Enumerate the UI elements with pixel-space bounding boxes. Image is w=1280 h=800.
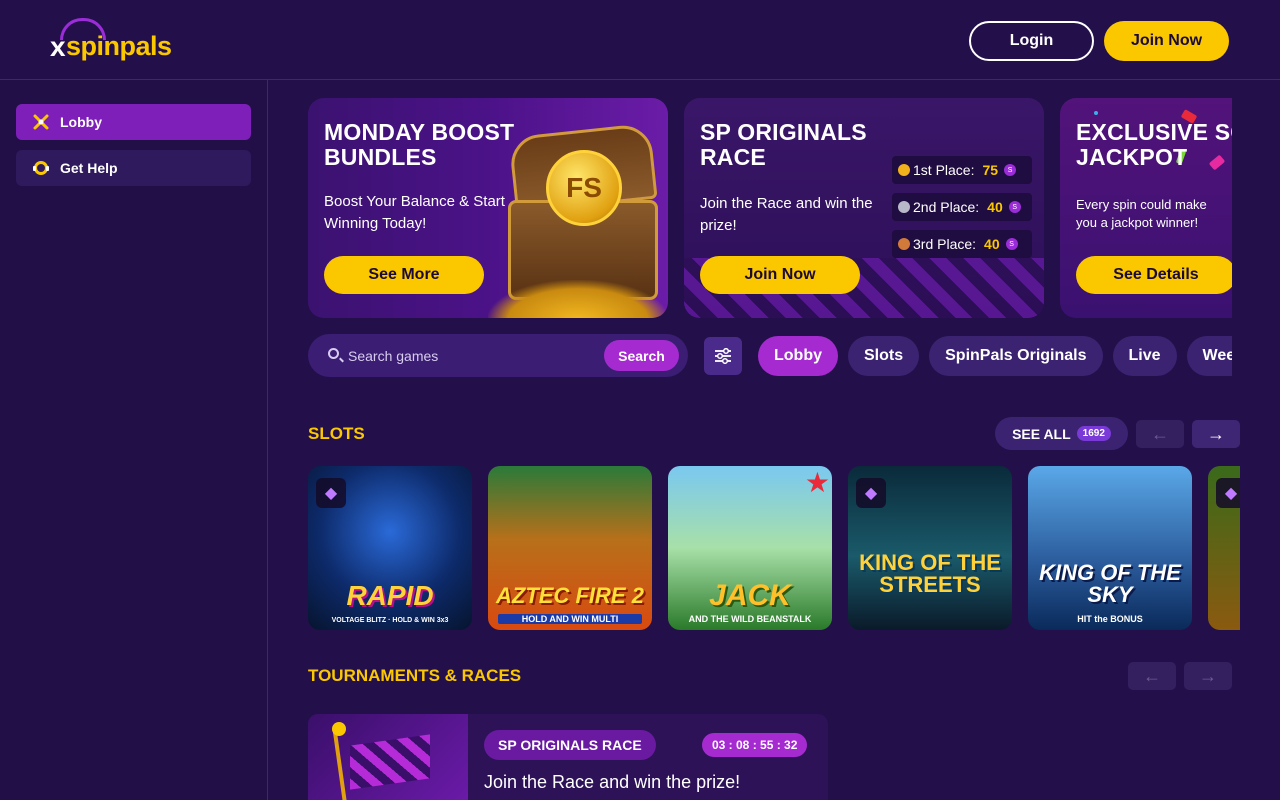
arrow-right-icon: → <box>1207 423 1225 444</box>
silver-medal-icon <box>898 201 910 213</box>
flag-pole <box>332 728 348 800</box>
lobby-icon <box>32 113 50 131</box>
game-tile-aztec-fire-2[interactable]: AZTEC FIRE 2 HOLD AND WIN MULTI <box>488 466 652 630</box>
game-title: KING OF THE SKY <box>1039 560 1181 607</box>
see-all-label: SEE ALL <box>1012 425 1071 442</box>
checkered-flag <box>350 734 430 790</box>
count-badge: 1692 <box>1076 426 1111 441</box>
see-all-button[interactable]: SEE ALL 1692 <box>995 417 1128 450</box>
join-now-button[interactable]: Join Now <box>1104 21 1229 61</box>
slots-next-button[interactable]: → <box>1192 420 1240 448</box>
search-bar: Search <box>308 334 688 377</box>
game-title: AZTEC FIRE 2 <box>496 583 644 608</box>
search-button[interactable]: Search <box>604 340 679 371</box>
game-subtitle: HIT the BONUS <box>1077 614 1143 624</box>
game-subtitle: HOLD AND WIN MULTI <box>498 614 642 624</box>
game-tile-partial[interactable]: ◆ <box>1208 466 1240 630</box>
sidebar: Lobby Get Help <box>0 80 268 800</box>
search-icon <box>328 348 339 359</box>
slots-carousel: ◆ RAPID VOLTAGE BLITZ · HOLD & WIN 3x3 A… <box>308 466 1240 630</box>
banner-exclusive-jackpot[interactable]: EXCLUSIVE SC JACKPOT Every spin could ma… <box>1060 98 1232 318</box>
sidebar-item-label: Lobby <box>60 114 102 130</box>
banner-description: Boost Your Balance & Start Winning Today… <box>324 193 505 232</box>
banner-title: SP ORIGINALS RACE <box>700 119 867 170</box>
countdown-timer: 03 : 08 : 55 : 32 <box>702 733 808 757</box>
banner-monday-boost[interactable]: FS MONDAY BOOST BUNDLES Boost Your Balan… <box>308 98 668 318</box>
arrow-left-icon: ← <box>1151 423 1169 444</box>
section-title-slots: SLOTS <box>308 424 365 443</box>
game-title: KING OF THE STREETS <box>859 550 1001 597</box>
flag-pole-top <box>332 722 346 736</box>
gem-icon: ◆ <box>856 478 886 508</box>
game-subtitle: VOLTAGE BLITZ · HOLD & WIN 3x3 <box>331 617 449 624</box>
section-title-tournaments: TOURNAMENTS & RACES <box>308 666 522 685</box>
banner-description: Join the Race and win the prize! <box>700 195 873 234</box>
gem-icon: ◆ <box>1216 478 1240 508</box>
sc-coin-icon: S <box>1004 164 1017 176</box>
logo[interactable]: x spinpals <box>50 18 190 64</box>
login-button[interactable]: Login <box>969 21 1094 61</box>
race-flag-image <box>308 714 468 800</box>
game-title: JACK <box>709 579 791 612</box>
sidebar-item-label: Get Help <box>60 160 118 176</box>
game-tile-king-of-the-streets[interactable]: ◆ KING OF THE STREETS <box>848 466 1012 630</box>
bronze-medal-icon <box>898 238 910 250</box>
logo-x: x <box>50 31 66 62</box>
race-tag: SP ORIGINALS RACE <box>484 730 656 760</box>
tab-live[interactable]: Live <box>1112 336 1177 376</box>
tournaments-prev-button[interactable]: ← <box>1128 662 1176 690</box>
tournament-description: Join the Race and win the prize! <box>484 772 741 792</box>
game-subtitle: AND THE WILD BEANSTALK <box>688 614 812 624</box>
arrow-left-icon: ← <box>1143 665 1161 686</box>
gold-medal-icon <box>898 164 910 176</box>
sidebar-item-lobby[interactable]: Lobby <box>16 104 251 140</box>
sidebar-item-get-help[interactable]: Get Help <box>16 150 251 186</box>
star-icon: ★ <box>804 467 830 498</box>
arrow-right-icon: → <box>1199 665 1217 686</box>
game-tile-jack[interactable]: ★ JACK AND THE WILD BEANSTALK <box>668 466 832 630</box>
tab-spinpals-originals[interactable]: SpinPals Originals <box>929 336 1103 376</box>
tab-lobby[interactable]: Lobby <box>758 336 838 376</box>
game-tile-king-of-the-sky[interactable]: KING OF THE SKY HIT the BONUS <box>1028 466 1192 630</box>
prize-list: 1st Place: 75 S 2nd Place: 40 S 3rd Plac… <box>892 156 1032 267</box>
tournament-card[interactable]: SP ORIGINALS RACE 03 : 08 : 55 : 32 Join… <box>308 714 828 800</box>
sc-coin-icon: S <box>1008 201 1021 213</box>
banner-title: EXCLUSIVE SC JACKPOT <box>1076 119 1232 170</box>
category-tabs: Lobby Slots SpinPals Originals Live Wee <box>758 336 1232 376</box>
tab-slots[interactable]: Slots <box>848 336 920 376</box>
header: x spinpals Login Join Now <box>0 0 1280 80</box>
search-input[interactable] <box>348 334 598 377</box>
prize-row: 2nd Place: 40 S <box>892 193 1032 221</box>
see-more-button[interactable]: See More <box>324 256 484 294</box>
coin-pile <box>488 280 668 318</box>
prize-row: 1st Place: 75 S <box>892 156 1032 184</box>
banner-description: Every spin could make you a jackpot winn… <box>1076 197 1207 230</box>
gem-icon: ◆ <box>316 478 346 508</box>
slots-prev-button[interactable]: ← <box>1136 420 1184 448</box>
join-race-button[interactable]: Join Now <box>700 256 860 294</box>
logo-text: spinpals <box>66 31 172 61</box>
tournaments-next-button[interactable]: → <box>1184 662 1232 690</box>
banner-title: MONDAY BOOST BUNDLES <box>324 119 515 170</box>
see-details-button[interactable]: See Details <box>1076 256 1232 294</box>
filter-button[interactable] <box>704 337 742 375</box>
prize-row: 3rd Place: 40 S <box>892 230 1032 258</box>
confetti <box>1094 111 1098 115</box>
game-title: RAPID <box>346 580 434 611</box>
fs-coin: FS <box>546 150 622 226</box>
sc-coin-icon: S <box>1005 238 1018 250</box>
chat-help-icon <box>32 159 50 177</box>
sliders-icon <box>715 348 731 364</box>
banner-sp-originals-race[interactable]: SP ORIGINALS RACE Join the Race and win … <box>684 98 1044 318</box>
game-tile-rapid[interactable]: ◆ RAPID VOLTAGE BLITZ · HOLD & WIN 3x3 <box>308 466 472 630</box>
tab-weekly[interactable]: Wee <box>1186 336 1232 376</box>
